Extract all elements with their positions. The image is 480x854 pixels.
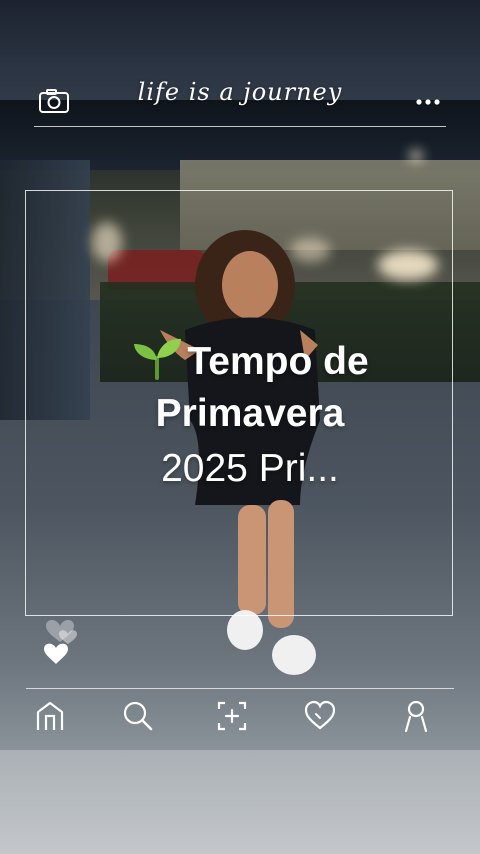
tagline: life is a journey (137, 78, 343, 106)
home-icon[interactable] (32, 698, 68, 734)
add-post-icon[interactable] (214, 698, 250, 734)
bottom-nav (28, 694, 452, 738)
heart-icon[interactable] (302, 698, 338, 734)
search-icon[interactable] (120, 698, 156, 734)
header-divider (34, 126, 446, 127)
camera-icon[interactable] (38, 88, 70, 114)
profile-icon[interactable] (398, 698, 434, 734)
footer-divider (26, 688, 454, 689)
title-line-2: Primavera (155, 392, 345, 435)
subtitle: 2025 Pri... (161, 447, 339, 490)
overlay-title: Tempo de Primavera 2025 Pri... (100, 336, 400, 496)
title-text-1: Tempo de (187, 340, 369, 383)
seedling-icon (131, 336, 183, 380)
more-dots-icon[interactable] (414, 90, 442, 110)
title-line-1: Tempo de (100, 336, 400, 388)
hearts-icon (40, 612, 82, 668)
